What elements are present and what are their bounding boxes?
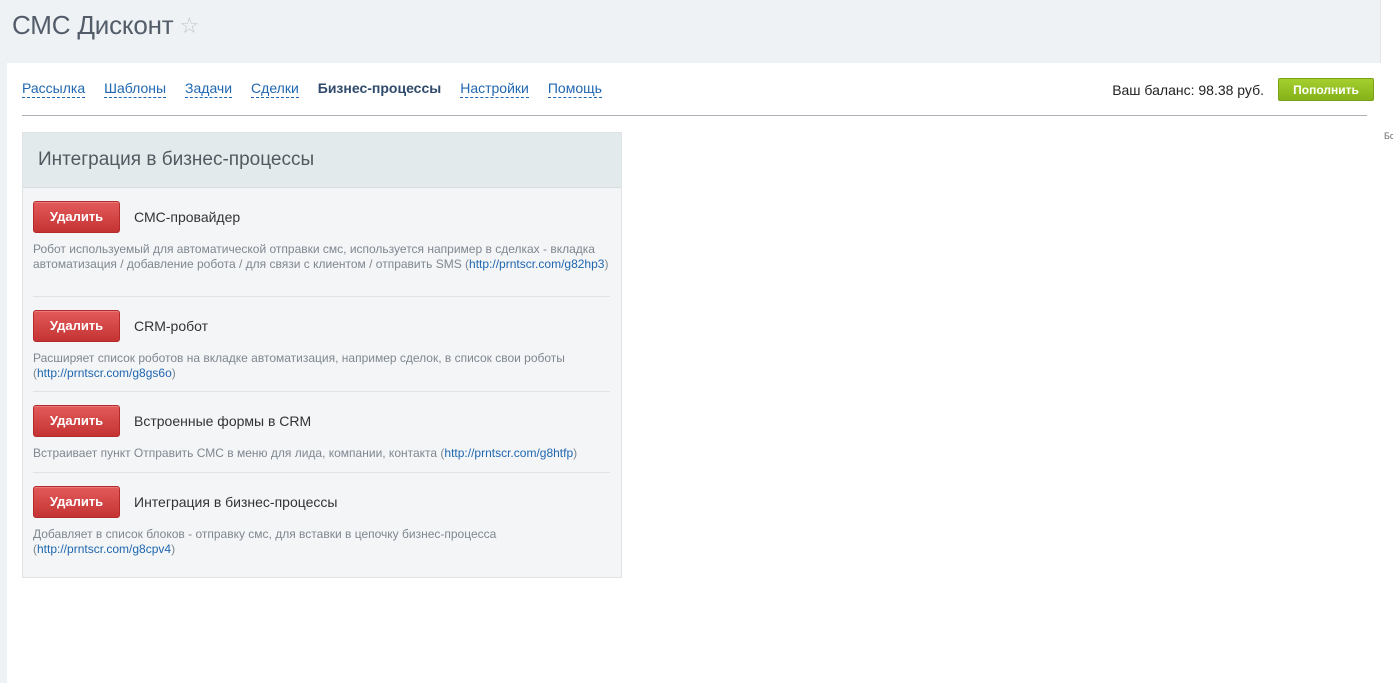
screenshot-link[interactable]: http://prntscr.com/g8gs6o <box>37 366 172 380</box>
nav-item-help[interactable]: Помощь <box>547 79 602 98</box>
integration-item-sms-provider: Удалить СМС-провайдер Робот используемый… <box>33 201 610 297</box>
integration-name: СМС-провайдер <box>134 209 241 225</box>
description-text-end: ) <box>604 257 609 271</box>
integration-name: Встроенные формы в CRM <box>134 413 312 429</box>
panel-title: Интеграция в бизнес-процессы <box>38 149 315 170</box>
integration-description: Робот используемый для автоматической от… <box>33 242 610 272</box>
page-header: СМС Дисконт ☆ <box>0 0 1381 62</box>
delete-button[interactable]: Удалить <box>33 310 120 342</box>
integration-item-business-processes: Удалить Интеграция в бизнес-процессы Доб… <box>33 486 610 566</box>
integration-item-embedded-forms: Удалить Встроенные формы в CRM Встраивае… <box>33 405 610 473</box>
integration-name: Интеграция в бизнес-процессы <box>134 494 338 510</box>
nav-divider <box>22 115 1367 116</box>
screenshot-link[interactable]: http://prntscr.com/g8htfp <box>444 446 573 460</box>
integration-item-crm-robot: Удалить CRM-робот Расширяет список робот… <box>33 310 610 392</box>
topup-button[interactable]: Пополнить <box>1278 78 1374 101</box>
integration-panel: Интеграция в бизнес-процессы Удалить СМС… <box>22 132 622 578</box>
description-text-end: ) <box>171 542 176 556</box>
page-title-text: СМС Дисконт <box>12 10 174 40</box>
star-icon[interactable]: ☆ <box>179 9 199 43</box>
integration-name: CRM-робот <box>134 318 209 334</box>
screenshot-link[interactable]: http://prntscr.com/g82hp3 <box>469 257 604 271</box>
nav-item-templates[interactable]: Шаблоны <box>104 79 167 98</box>
description-text-end: ) <box>573 446 578 460</box>
right-side-panel[interactable]: Бс <box>1380 0 1393 683</box>
nav-item-tasks[interactable]: Задачи <box>185 79 233 98</box>
work-area: Рассылка Шаблоны Задачи Сделки Бизнес-пр… <box>7 63 1381 683</box>
delete-button[interactable]: Удалить <box>33 405 120 437</box>
nav-item-business-processes[interactable]: Бизнес-процессы <box>318 79 441 98</box>
integration-description: Расширяет список роботов на вкладке авто… <box>33 351 610 381</box>
nav-item-settings[interactable]: Настройки <box>460 79 529 98</box>
description-text-end: ) <box>171 366 176 380</box>
nav-item-deals[interactable]: Сделки <box>251 79 299 98</box>
panel-header: Интеграция в бизнес-процессы <box>23 133 621 188</box>
page-title: СМС Дисконт ☆ <box>12 8 199 43</box>
integration-description: Добавляет в список блоков - отправку смс… <box>33 527 610 557</box>
nav-item-mailing[interactable]: Рассылка <box>22 79 86 98</box>
delete-button[interactable]: Удалить <box>33 486 120 518</box>
right-side-panel-label: Бс <box>1384 131 1393 141</box>
integration-description: Встраивает пункт Отправить СМС в меню дл… <box>33 446 610 461</box>
screenshot-link[interactable]: http://prntscr.com/g8cpv4 <box>37 542 171 556</box>
delete-button[interactable]: Удалить <box>33 201 120 233</box>
balance-text: Ваш баланс: 98.38 руб. <box>1112 82 1264 98</box>
top-navigation: Рассылка Шаблоны Задачи Сделки Бизнес-пр… <box>22 79 621 98</box>
description-text: Встраивает пункт Отправить СМС в меню дл… <box>33 446 445 460</box>
